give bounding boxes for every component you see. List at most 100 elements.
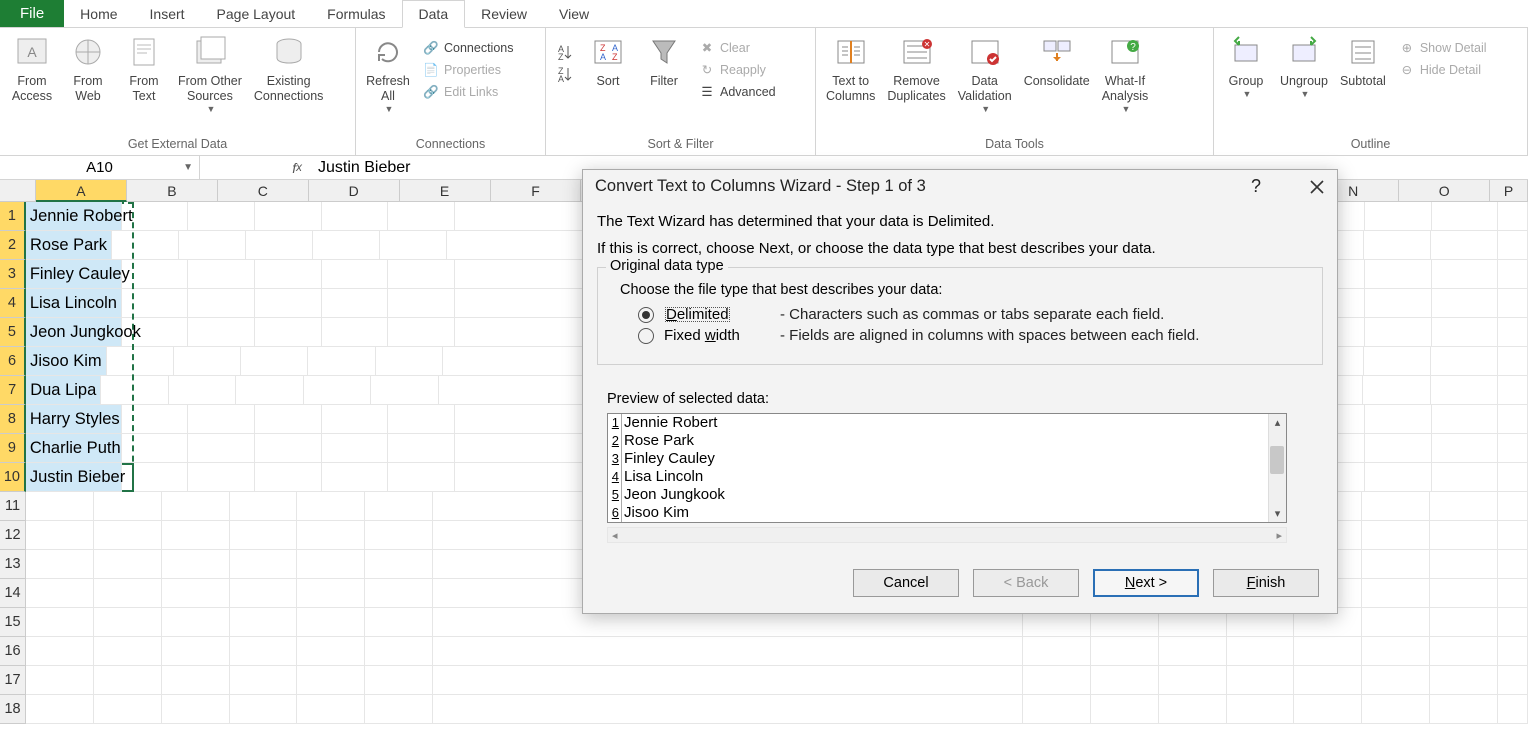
cell[interactable] xyxy=(230,637,298,666)
cell[interactable] xyxy=(26,550,94,579)
cell[interactable] xyxy=(1023,637,1091,666)
cell[interactable] xyxy=(955,695,1023,724)
cell[interactable] xyxy=(1364,347,1431,376)
cell[interactable] xyxy=(297,550,365,579)
cell[interactable] xyxy=(241,347,308,376)
cell[interactable] xyxy=(122,434,189,463)
cell[interactable] xyxy=(433,695,955,724)
cell[interactable] xyxy=(297,579,365,608)
tab-home[interactable]: Home xyxy=(64,0,133,27)
cell[interactable] xyxy=(1227,695,1295,724)
cell[interactable] xyxy=(322,405,389,434)
refresh-all-button[interactable]: Refresh All▼ xyxy=(362,32,414,117)
row-header[interactable]: 1 xyxy=(0,202,26,231)
cell[interactable] xyxy=(188,260,255,289)
back-button[interactable]: < Back xyxy=(973,569,1079,597)
cell[interactable] xyxy=(94,637,162,666)
data-validation-button[interactable]: Data Validation▼ xyxy=(954,32,1016,117)
cell[interactable] xyxy=(162,550,230,579)
cell[interactable] xyxy=(1363,376,1431,405)
radio-delimited-label[interactable]: Delimited xyxy=(664,306,770,323)
tab-data[interactable]: Data xyxy=(402,0,466,28)
cell[interactable] xyxy=(169,376,237,405)
chevron-down-icon[interactable]: ▼ xyxy=(183,162,193,173)
row-header[interactable]: 15 xyxy=(0,608,26,637)
row-header[interactable]: 7 xyxy=(0,376,26,405)
cell[interactable] xyxy=(1362,608,1430,637)
tab-view[interactable]: View xyxy=(543,0,605,27)
cell[interactable] xyxy=(388,318,455,347)
cell[interactable] xyxy=(1498,202,1528,231)
cell[interactable] xyxy=(255,260,322,289)
cell[interactable] xyxy=(1498,347,1528,376)
hide-detail-button[interactable]: ⊖Hide Detail xyxy=(1394,60,1491,80)
cell[interactable] xyxy=(1498,376,1528,405)
cell[interactable] xyxy=(255,434,322,463)
advanced-button[interactable]: ☰Advanced xyxy=(694,82,780,102)
cell[interactable] xyxy=(112,231,179,260)
row-header[interactable]: 10 xyxy=(0,463,26,492)
row-header[interactable]: 12 xyxy=(0,521,26,550)
cell[interactable] xyxy=(255,318,322,347)
cell[interactable] xyxy=(26,637,94,666)
cell[interactable] xyxy=(1294,637,1362,666)
cell[interactable] xyxy=(122,260,189,289)
cell[interactable] xyxy=(322,289,389,318)
cell[interactable]: Charlie Puth xyxy=(26,434,122,463)
cell[interactable] xyxy=(1498,695,1528,724)
cell[interactable] xyxy=(162,579,230,608)
cell[interactable] xyxy=(365,695,433,724)
col-header[interactable]: E xyxy=(400,180,491,202)
whatif-button[interactable]: ?What-If Analysis▼ xyxy=(1098,32,1153,117)
cell[interactable] xyxy=(388,289,455,318)
cell[interactable] xyxy=(388,434,455,463)
cell[interactable] xyxy=(94,579,162,608)
cell[interactable] xyxy=(1091,637,1159,666)
cell[interactable] xyxy=(26,695,94,724)
cell[interactable] xyxy=(322,318,389,347)
ungroup-button[interactable]: Ungroup▼ xyxy=(1276,32,1332,102)
cell[interactable] xyxy=(255,405,322,434)
scroll-left-icon[interactable]: ◂ xyxy=(608,529,622,542)
cell[interactable] xyxy=(1430,550,1498,579)
cell[interactable]: Jennie Robert xyxy=(26,202,122,231)
cell[interactable] xyxy=(365,637,433,666)
cell[interactable] xyxy=(1498,231,1528,260)
cell[interactable] xyxy=(1365,318,1432,347)
cell[interactable] xyxy=(1430,666,1498,695)
cell[interactable] xyxy=(188,202,255,231)
cell[interactable] xyxy=(1430,608,1498,637)
cell[interactable] xyxy=(1365,463,1432,492)
filter-button[interactable]: Filter xyxy=(638,32,690,91)
cell[interactable] xyxy=(1362,695,1430,724)
cell[interactable] xyxy=(1498,405,1528,434)
cell[interactable] xyxy=(1430,492,1498,521)
cell[interactable]: Rose Park xyxy=(26,231,112,260)
cell[interactable] xyxy=(388,260,455,289)
cell[interactable] xyxy=(955,666,1023,695)
cell[interactable] xyxy=(371,376,439,405)
cell[interactable] xyxy=(1362,666,1430,695)
cell[interactable] xyxy=(365,550,433,579)
cell[interactable] xyxy=(255,289,322,318)
close-button[interactable] xyxy=(1309,179,1325,195)
show-detail-button[interactable]: ⊕Show Detail xyxy=(1394,38,1491,58)
existing-connections-button[interactable]: Existing Connections xyxy=(250,32,328,106)
col-header[interactable]: B xyxy=(127,180,218,202)
radio-fixed-width[interactable] xyxy=(638,328,654,344)
subtotal-button[interactable]: Subtotal xyxy=(1336,32,1390,91)
properties-button[interactable]: 📄Properties xyxy=(418,60,518,80)
cell[interactable] xyxy=(230,550,298,579)
cell[interactable] xyxy=(122,289,189,318)
cell[interactable] xyxy=(304,376,372,405)
clear-button[interactable]: ✖Clear xyxy=(694,38,780,58)
cell[interactable] xyxy=(297,608,365,637)
row-header[interactable]: 17 xyxy=(0,666,26,695)
cell[interactable] xyxy=(322,202,389,231)
cell[interactable] xyxy=(1362,637,1430,666)
cell[interactable]: Finley Cauley xyxy=(26,260,122,289)
cell[interactable] xyxy=(1498,289,1528,318)
cell[interactable] xyxy=(162,695,230,724)
cell[interactable] xyxy=(955,637,1023,666)
row-header[interactable]: 5 xyxy=(0,318,26,347)
